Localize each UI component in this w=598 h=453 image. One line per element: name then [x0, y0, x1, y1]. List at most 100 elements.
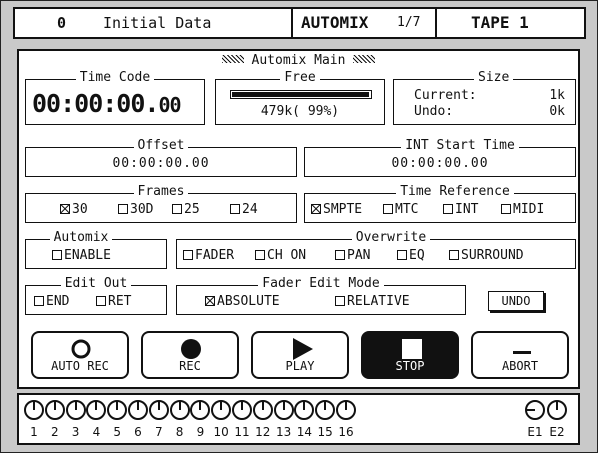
- time-reference-box: Time Reference SMPTE MTC INT MIDI: [304, 184, 576, 223]
- fader-edit-mode-option-absolute[interactable]: ABSOLUTE: [205, 294, 280, 310]
- edit-out-option-end[interactable]: END: [34, 294, 69, 310]
- checkbox-checked-icon: [60, 204, 70, 214]
- checkbox-icon: [397, 250, 407, 260]
- fader-edit-mode-option-relative[interactable]: RELATIVE: [335, 294, 410, 310]
- overwrite-option-eq[interactable]: EQ: [397, 248, 425, 264]
- free-label: Free: [280, 70, 320, 85]
- knob-dial-icon: [86, 400, 107, 420]
- int-start-time-value[interactable]: 00:00:00.00: [305, 156, 575, 171]
- checkbox-icon: [172, 204, 182, 214]
- time-code-display: 00:00:00.00: [32, 90, 182, 119]
- edit-out-label: Edit Out: [60, 276, 132, 291]
- knob-dial-icon: [525, 400, 545, 420]
- knob-dial-icon: [148, 400, 169, 420]
- rec-label: REC: [179, 359, 201, 373]
- time-code-label: Time Code: [75, 70, 155, 85]
- offset-box[interactable]: Offset 00:00:00.00: [25, 138, 297, 177]
- checkbox-icon: [96, 296, 106, 306]
- header-bar: 0 Initial Data AUTOMIX 1/7 TAPE 1: [13, 7, 586, 39]
- checkbox-icon: [255, 250, 265, 260]
- frames-option-30[interactable]: 30: [60, 202, 88, 218]
- time-reference-label: Time Reference: [396, 184, 514, 199]
- automix-box: Automix ENABLE: [25, 230, 167, 269]
- undo-button[interactable]: UNDO: [488, 291, 544, 311]
- knob-dial-icon: [169, 400, 190, 420]
- int-start-time-box[interactable]: INT Start Time 00:00:00.00: [304, 138, 576, 177]
- play-triangle-icon: [293, 338, 313, 360]
- scene-number: 0: [57, 14, 67, 32]
- panel-title: Automix Main: [251, 53, 346, 68]
- offset-value[interactable]: 00:00:00.00: [26, 156, 296, 171]
- checkbox-icon: [34, 296, 44, 306]
- knob-dial-icon: [128, 400, 148, 420]
- checkbox-icon: [449, 250, 459, 260]
- knob-dial-icon: [294, 400, 315, 420]
- page-index: 1/7: [397, 15, 421, 30]
- free-meter: [230, 90, 372, 99]
- channel-knob-16[interactable]: 16: [335, 399, 357, 445]
- checkbox-icon: [183, 250, 193, 260]
- page-title: AUTOMIX: [301, 13, 369, 32]
- circle-outline-icon: [71, 339, 91, 359]
- frames-label: Frames: [133, 184, 189, 199]
- auto-rec-label: AUTO REC: [51, 359, 109, 373]
- fader-edit-mode-label: Fader Edit Mode: [258, 276, 384, 291]
- hatch-decoration: [353, 55, 376, 63]
- checkbox-icon: [335, 296, 345, 306]
- time-reference-option-int[interactable]: INT: [443, 202, 478, 218]
- checkbox-icon: [118, 204, 128, 214]
- abort-label: ABORT: [501, 359, 539, 373]
- checkbox-icon: [230, 204, 240, 214]
- auto-rec-button[interactable]: AUTO REC: [31, 331, 129, 379]
- free-memory-box: Free 479k( 99%): [215, 70, 385, 125]
- checkbox-checked-icon: [205, 296, 215, 306]
- play-button[interactable]: PLAY: [251, 331, 349, 379]
- tape-label: TAPE 1: [471, 13, 529, 32]
- size-undo-value: 0k: [549, 104, 565, 119]
- overwrite-option-pan[interactable]: PAN: [335, 248, 370, 264]
- stop-button[interactable]: STOP: [361, 331, 459, 379]
- free-value: 479k( 99%): [260, 104, 340, 119]
- channel-knob-label: E2: [549, 425, 565, 439]
- frames-option-24[interactable]: 24: [230, 202, 258, 218]
- rec-button[interactable]: REC: [141, 331, 239, 379]
- knob-dial-icon: [252, 400, 273, 420]
- knob-dial-icon: [336, 400, 356, 420]
- channel-knob-e2[interactable]: E2: [546, 399, 568, 445]
- automix-screen: 0 Initial Data AUTOMIX 1/7 TAPE 1 Automi…: [0, 0, 598, 453]
- checkbox-icon: [335, 250, 345, 260]
- record-dot-icon: [181, 339, 201, 359]
- knob-dial-icon: [65, 400, 86, 420]
- size-label: Size: [474, 70, 514, 85]
- overwrite-option-surround[interactable]: SURROUND: [449, 248, 524, 264]
- stop-label: STOP: [395, 359, 425, 373]
- overwrite-option-ch-on[interactable]: CH ON: [255, 248, 306, 264]
- automix-label: Automix: [49, 230, 113, 245]
- time-reference-option-midi[interactable]: MIDI: [501, 202, 544, 218]
- knob-dial-icon: [315, 400, 336, 420]
- overwrite-option-fader[interactable]: FADER: [183, 248, 234, 264]
- edit-out-option-ret[interactable]: RET: [96, 294, 131, 310]
- knob-dial-icon: [232, 400, 252, 420]
- size-current-value: 1k: [549, 88, 565, 103]
- time-reference-option-smpte[interactable]: SMPTE: [311, 202, 362, 218]
- frames-option-30d[interactable]: 30D: [118, 202, 153, 218]
- hatch-decoration: [221, 55, 244, 63]
- knob-dial-icon: [24, 400, 44, 420]
- checkbox-icon: [501, 204, 511, 214]
- checkbox-icon: [52, 250, 62, 260]
- automix-enable-checkbox[interactable]: ENABLE: [52, 248, 111, 264]
- abort-button[interactable]: ABORT: [471, 331, 569, 379]
- time-code-box: Time Code 00:00:00.00: [25, 70, 205, 125]
- channel-knob-label: 16: [338, 425, 354, 439]
- frames-box: Frames 30 30D 25 24: [25, 184, 297, 223]
- scene-name: Initial Data: [103, 14, 212, 32]
- knob-dial-icon: [273, 400, 294, 420]
- edit-out-box: Edit Out END RET: [25, 276, 167, 315]
- stop-square-icon: [402, 339, 422, 359]
- free-meter-fill: [232, 92, 369, 97]
- time-reference-option-mtc[interactable]: MTC: [383, 202, 418, 218]
- offset-label: Offset: [133, 138, 189, 153]
- knob-dial-icon: [190, 400, 211, 420]
- frames-option-25[interactable]: 25: [172, 202, 200, 218]
